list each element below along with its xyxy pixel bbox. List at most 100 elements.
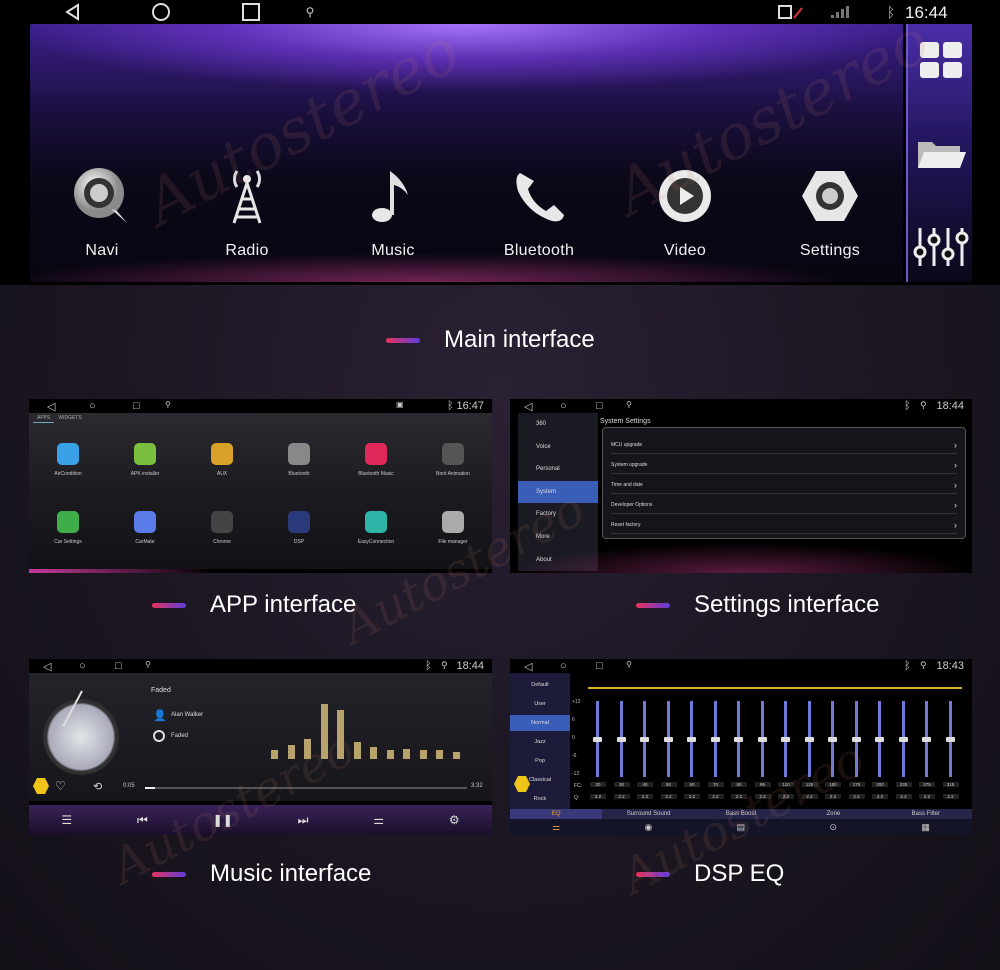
app-icon xyxy=(288,443,310,465)
spectrum-bar xyxy=(403,748,410,759)
eq-slider-knob[interactable] xyxy=(640,737,649,742)
equalizer-icon[interactable]: ⚌ xyxy=(373,813,384,827)
back-icon[interactable]: ◁ xyxy=(524,660,532,673)
tab-apps[interactable]: APPS xyxy=(33,414,55,423)
app-tile-navi[interactable]: Navi xyxy=(47,164,157,260)
tab-widgets[interactable]: WIDGETS xyxy=(54,414,85,423)
app-tile[interactable]: DSP xyxy=(264,511,334,545)
eq-slider-knob[interactable] xyxy=(593,737,602,742)
dsp-preset-item[interactable]: Rock xyxy=(510,791,570,807)
app-tile-settings[interactable]: Settings xyxy=(775,164,885,260)
status-time: 16:44 xyxy=(905,3,948,22)
recent-apps-icon[interactable] xyxy=(240,2,262,22)
dsp-preset-item[interactable]: User xyxy=(510,696,570,712)
app-tile[interactable]: CarMate xyxy=(110,511,180,545)
app-icon xyxy=(57,443,79,465)
app-tile-music[interactable]: Music xyxy=(338,164,448,260)
recent-apps-icon[interactable]: □ xyxy=(596,660,603,672)
dsp-preset-item[interactable]: Jazz xyxy=(510,734,570,750)
settings-menu-item[interactable]: 360 xyxy=(518,413,598,435)
bass-boost-icon[interactable]: ▤ xyxy=(737,822,746,833)
settings-menu-item[interactable]: System xyxy=(518,480,598,503)
eq-slider-knob[interactable] xyxy=(781,737,790,742)
dsp-tab[interactable]: Surround Sound xyxy=(602,809,694,819)
spectrum-bar xyxy=(287,744,295,759)
dsp-tab[interactable]: Zone xyxy=(787,809,879,819)
back-icon[interactable]: ◁ xyxy=(524,400,532,413)
settings-row[interactable]: Developer Options › xyxy=(611,496,957,514)
eq-slider-knob[interactable] xyxy=(687,737,696,742)
eq-slider-knob[interactable] xyxy=(945,737,955,742)
eq-slider-knob[interactable] xyxy=(828,737,837,742)
home-icon[interactable]: ○ xyxy=(89,400,96,412)
home-icon[interactable] xyxy=(150,2,172,22)
eq-slider-knob[interactable] xyxy=(710,737,720,742)
app-tile[interactable]: Bluetooth Music xyxy=(341,443,411,477)
dsp-preset-item[interactable]: Default xyxy=(510,677,570,693)
bass-filter-icon[interactable]: ▦ xyxy=(921,822,930,833)
settings-menu-item[interactable]: Factory xyxy=(518,503,598,525)
equalizer-icon[interactable] xyxy=(912,226,970,273)
progress-track[interactable] xyxy=(145,787,467,789)
app-tile[interactable]: APK installer xyxy=(110,443,180,477)
app-tile-radio[interactable]: Radio xyxy=(192,164,302,260)
app-grid-icon[interactable] xyxy=(918,40,964,85)
dsp-preset-item[interactable]: Normal xyxy=(510,715,570,731)
settings-menu-item[interactable]: Personal xyxy=(518,458,598,480)
dsp-tab[interactable]: Bass Filter xyxy=(880,809,972,819)
app-tile[interactable]: Bluetooth xyxy=(264,443,334,477)
home-icon[interactable]: ○ xyxy=(560,400,567,412)
location-icon: ⚲ xyxy=(920,660,927,670)
home-icon[interactable]: ○ xyxy=(79,660,86,672)
status-time: 18:43 xyxy=(936,660,964,672)
previous-icon[interactable]: ⏮ xyxy=(137,813,148,828)
recent-apps-icon[interactable]: □ xyxy=(133,400,140,412)
eq-slider-knob[interactable] xyxy=(851,737,861,742)
back-icon[interactable] xyxy=(62,2,84,22)
favorite-icon[interactable]: ♡ xyxy=(55,779,66,793)
settings-row[interactable]: System upgrade › xyxy=(611,456,957,474)
status-bar: ◁ ○ □ ⚲ ᛒ ⚲ 18:43 xyxy=(510,659,972,673)
eq-slider-knob[interactable] xyxy=(734,737,743,742)
recent-apps-icon[interactable]: □ xyxy=(115,660,122,672)
eq-slider-knob[interactable] xyxy=(922,737,931,742)
app-label: APK installer xyxy=(130,471,160,477)
folder-icon[interactable] xyxy=(916,136,966,177)
eq-slider-knob[interactable] xyxy=(875,737,884,742)
app-tile[interactable]: File manager xyxy=(418,511,488,545)
app-tile[interactable]: Boot Animation xyxy=(418,443,488,477)
app-tile-bluetooth[interactable]: Bluetooth xyxy=(484,164,594,260)
eq-fc-value: 60 xyxy=(684,782,700,787)
dsp-tab[interactable]: Bass Boost xyxy=(695,809,787,819)
recent-apps-icon[interactable]: □ xyxy=(596,400,603,412)
playlist-icon[interactable]: ☰ xyxy=(61,813,72,827)
repeat-icon[interactable]: ⟲ xyxy=(93,780,102,793)
settings-row[interactable]: MCU upgrade › xyxy=(611,436,957,454)
settings-menu-item[interactable]: Voice xyxy=(518,436,598,458)
next-icon[interactable]: ⏭ xyxy=(298,813,309,828)
pause-icon[interactable]: ❚❚ xyxy=(213,813,233,827)
back-icon[interactable]: ◁ xyxy=(47,400,55,413)
settings-row[interactable]: Time and date › xyxy=(611,476,957,494)
dsp-tab[interactable]: EQ xyxy=(510,809,603,819)
eq-slider-knob[interactable] xyxy=(616,737,626,742)
app-tile[interactable]: AUX xyxy=(187,443,257,477)
eq-icon[interactable]: ⚌ xyxy=(552,822,560,833)
app-tile[interactable]: Car Settings xyxy=(33,511,103,545)
surround-icon[interactable]: ◉ xyxy=(645,822,653,833)
home-icon[interactable]: ○ xyxy=(560,660,567,672)
settings-row[interactable]: Reset factory › xyxy=(611,516,957,534)
app-tile-video[interactable]: Video xyxy=(630,164,740,260)
zone-icon[interactable]: ⊙ xyxy=(829,822,837,833)
app-tile[interactable]: Chrome xyxy=(187,511,257,545)
back-icon[interactable]: ◁ xyxy=(43,660,51,673)
eq-slider-knob[interactable] xyxy=(663,737,673,742)
app-tile[interactable]: AirCondition xyxy=(33,443,103,477)
settings-icon[interactable]: ⚙ xyxy=(449,813,460,827)
app-tile[interactable]: EasyConnection xyxy=(341,511,411,545)
eq-slider-knob[interactable] xyxy=(898,737,908,742)
eq-slider-knob[interactable] xyxy=(804,737,814,742)
eq-q-value: 2.2 xyxy=(637,794,653,799)
dsp-preset-item[interactable]: Pop xyxy=(510,753,570,769)
eq-slider-knob[interactable] xyxy=(757,737,767,742)
